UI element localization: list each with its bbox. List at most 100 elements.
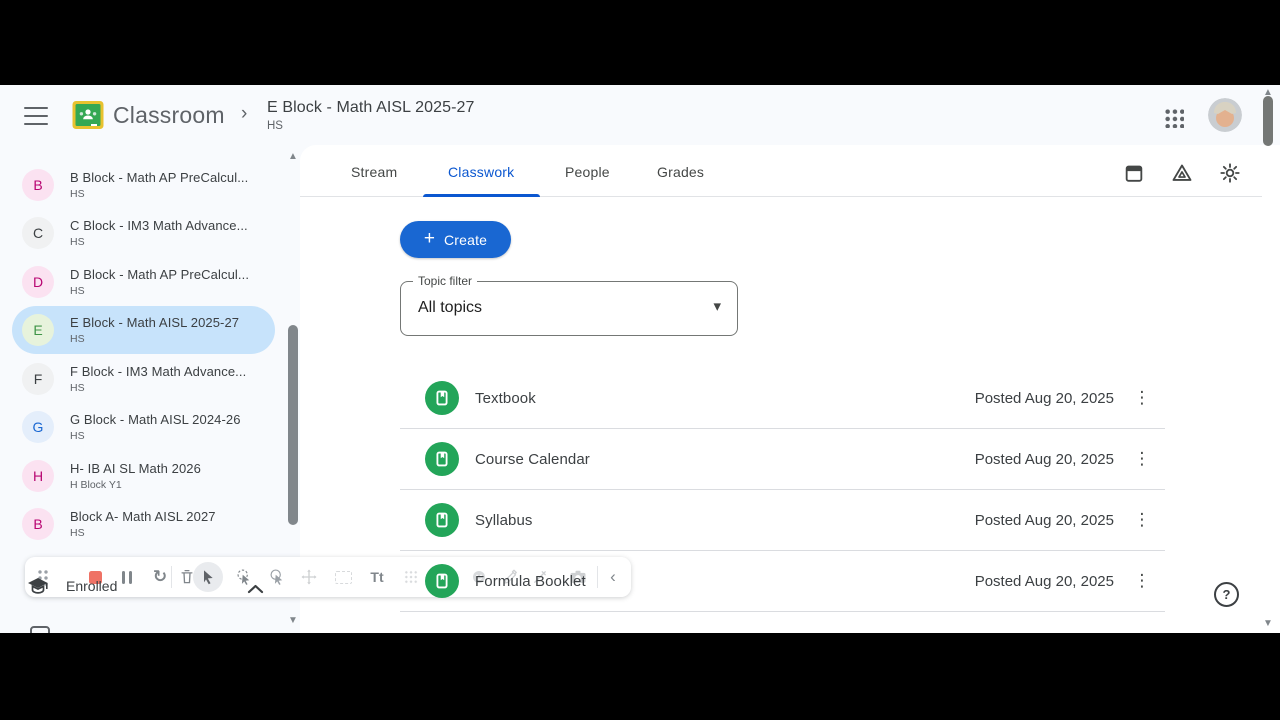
classroom-app: Classroom › E Block - Math AISL 2025-27 … — [0, 85, 1280, 633]
user-avatar[interactable] — [1208, 98, 1242, 132]
letterbox-top — [0, 0, 1280, 85]
selection-rect-icon[interactable] — [331, 557, 355, 597]
material-row-course-calendar[interactable]: Course Calendar Posted Aug 20, 2025 ⋮ — [400, 429, 1165, 490]
page-scroll-down-icon[interactable]: ▼ — [1263, 618, 1273, 629]
drag-cursor-icon[interactable] — [297, 557, 321, 597]
screen: Classroom › E Block - Math AISL 2025-27 … — [0, 0, 1280, 720]
sidebar-item-f-block[interactable]: F F Block - IM3 Math Advance... HS — [12, 355, 275, 403]
pause-icon[interactable] — [117, 557, 137, 597]
class-title: Block A- Math AISL 2027 — [70, 509, 216, 525]
sidebar-item-block-a[interactable]: B Block A- Math AISL 2027 HS — [12, 500, 275, 548]
breadcrumb-chevron-icon: › — [241, 103, 248, 124]
class-sub: HS — [70, 429, 85, 442]
classroom-logo-icon[interactable] — [72, 100, 104, 130]
main-menu-icon[interactable] — [24, 107, 48, 127]
sidebar-item-c-block[interactable]: C C Block - IM3 Math Advance... HS — [12, 209, 275, 257]
text-tool-icon[interactable]: Tt — [365, 557, 389, 597]
collapse-toolbar-button[interactable] — [247, 583, 264, 595]
create-label: Create — [443, 231, 488, 248]
material-title: Formula Booklet — [475, 572, 586, 590]
class-sub: HS — [70, 284, 85, 297]
double-click-cursor-icon[interactable] — [265, 557, 291, 597]
topic-filter-value: All topics — [418, 299, 483, 316]
class-sub: HS — [70, 332, 85, 345]
sidebar-scroll-up-icon[interactable]: ▲ — [288, 151, 298, 162]
calendar-icon[interactable] — [1123, 162, 1145, 184]
sidebar-item-enrolled[interactable]: Enrolled — [26, 574, 117, 598]
class-title: C Block - IM3 Math Advance... — [70, 218, 248, 234]
toolbar-divider — [171, 566, 172, 588]
row-overflow-menu-icon[interactable]: ⋮ — [1132, 571, 1152, 591]
material-title: Course Calendar — [475, 450, 590, 468]
chevron-down-icon: ▾ — [713, 298, 721, 315]
material-title: Textbook — [475, 389, 536, 407]
sidebar-scrollbar-thumb[interactable] — [288, 325, 298, 525]
collapse-left-icon[interactable]: ‹ — [602, 557, 624, 597]
letterbox-bottom — [0, 633, 1280, 720]
tab-people[interactable]: People — [565, 164, 610, 180]
class-title: G Block - Math AISL 2024-26 — [70, 412, 241, 428]
sidebar-item-e-block[interactable]: E E Block - Math AISL 2025-27 HS — [12, 306, 275, 354]
app-title[interactable]: Classroom — [113, 102, 225, 129]
sidebar-scroll-down-icon[interactable]: ▼ — [288, 615, 298, 626]
sidebar-item-d-block[interactable]: D D Block - Math AP PreCalcul... HS — [12, 258, 275, 306]
posted-date: Posted Aug 20, 2025 — [974, 572, 1114, 590]
breadcrumb: E Block - Math AISL 2025-27 HS — [267, 99, 475, 132]
drive-icon[interactable] — [1171, 162, 1193, 184]
question-mark-icon: ? — [1222, 587, 1231, 602]
row-overflow-menu-icon[interactable]: ⋮ — [1132, 388, 1152, 408]
restart-icon[interactable]: ↻ — [149, 557, 171, 597]
class-sub: HS — [70, 187, 85, 200]
class-sub: H Block Y1 — [70, 478, 122, 491]
graduation-cap-icon — [28, 578, 48, 594]
class-avatar: C — [22, 217, 54, 249]
dot-grid-icon[interactable] — [399, 557, 423, 597]
class-avatar: B — [22, 169, 54, 201]
course-title[interactable]: E Block - Math AISL 2025-27 — [267, 99, 475, 117]
toolbar-divider — [597, 566, 598, 588]
sidebar-item-b-block[interactable]: B B Block - Math AP PreCalcul... HS — [12, 161, 275, 209]
topic-filter-select[interactable]: Topic filter All topics ▾ — [400, 274, 738, 336]
class-title: H- IB AI SL Math 2026 — [70, 461, 201, 477]
plus-icon: + — [423, 227, 435, 249]
material-row-textbook[interactable]: Textbook Posted Aug 20, 2025 ⋮ — [400, 368, 1165, 429]
class-title: B Block - Math AP PreCalcul... — [70, 170, 249, 186]
class-avatar: F — [22, 363, 54, 395]
row-overflow-menu-icon[interactable]: ⋮ — [1132, 449, 1152, 469]
material-title: Syllabus — [475, 511, 533, 529]
help-button[interactable]: ? — [1214, 582, 1239, 607]
class-avatar: H — [22, 460, 54, 492]
sidebar-item-h-block[interactable]: H H- IB AI SL Math 2026 H Block Y1 — [12, 452, 275, 500]
enrolled-label: Enrolled — [66, 578, 118, 594]
tab-classwork[interactable]: Classwork — [448, 164, 514, 180]
posted-date: Posted Aug 20, 2025 — [974, 450, 1114, 468]
tab-stream[interactable]: Stream — [351, 164, 397, 180]
row-overflow-menu-icon[interactable]: ⋮ — [1132, 510, 1152, 530]
class-avatar: G — [22, 411, 54, 443]
archived-classes-icon[interactable] — [30, 626, 50, 633]
material-row-syllabus[interactable]: Syllabus Posted Aug 20, 2025 ⋮ — [400, 490, 1165, 551]
posted-date: Posted Aug 20, 2025 — [974, 389, 1114, 407]
page-scrollbar-thumb[interactable] — [1263, 96, 1273, 146]
material-book-icon — [425, 503, 459, 537]
class-avatar: E — [22, 314, 54, 346]
class-avatar: D — [22, 266, 54, 298]
class-sub: HS — [70, 526, 85, 539]
class-avatar: B — [22, 508, 54, 540]
create-button[interactable]: + Create — [400, 221, 511, 258]
active-tab-indicator — [423, 194, 540, 197]
material-book-icon — [425, 442, 459, 476]
posted-date: Posted Aug 20, 2025 — [974, 511, 1114, 529]
page-scrollbar-track[interactable] — [1262, 145, 1280, 633]
tab-grades[interactable]: Grades — [657, 164, 704, 180]
select-cursor-icon[interactable] — [193, 562, 223, 592]
course-subtitle: HS — [267, 120, 283, 132]
tab-bar: Stream Classwork People Grades — [300, 145, 1262, 197]
topic-filter-label: Topic filter — [413, 274, 478, 288]
google-apps-icon[interactable] — [1164, 108, 1184, 128]
sidebar-item-g-block[interactable]: G G Block - Math AISL 2024-26 HS — [12, 403, 275, 451]
settings-gear-icon[interactable] — [1219, 162, 1241, 184]
class-title: E Block - Math AISL 2025-27 — [70, 315, 240, 331]
material-book-icon — [425, 564, 459, 598]
class-sub: HS — [70, 381, 85, 394]
